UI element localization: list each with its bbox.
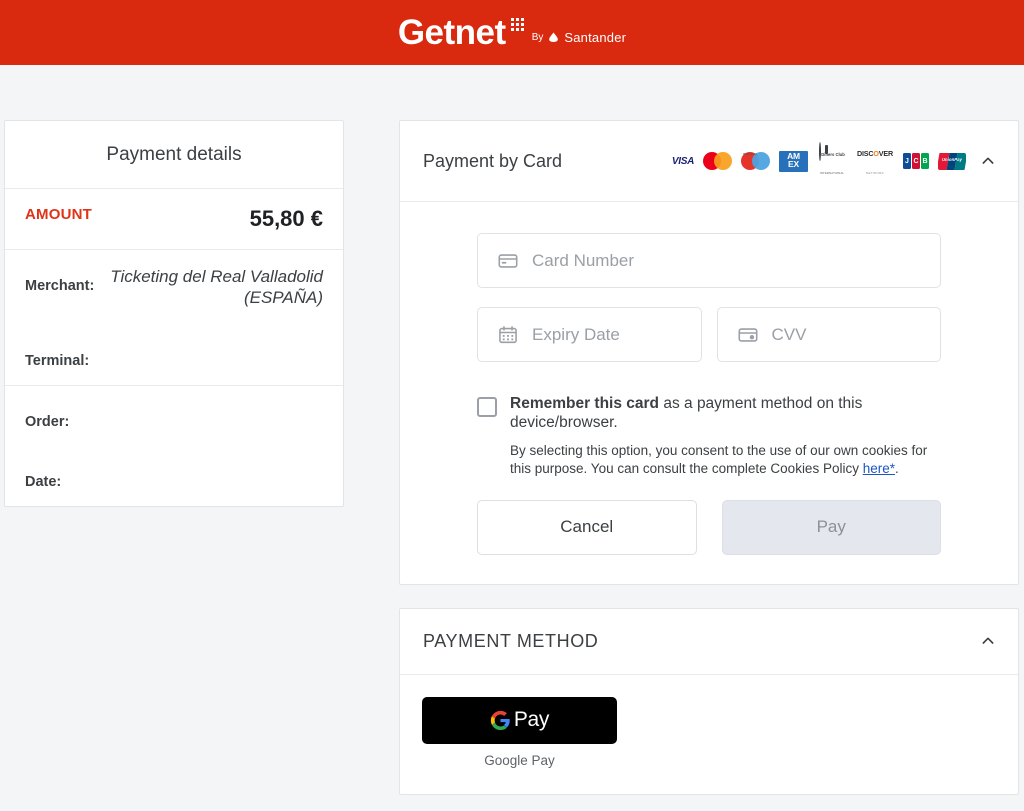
brand-partner: By Santander (532, 30, 626, 50)
partner-name: Santander (564, 30, 627, 45)
expiry-date-placeholder: Expiry Date (532, 324, 620, 344)
amex-icon: AM EX (779, 150, 808, 172)
payment-method-body: Pay Google Pay (400, 675, 1018, 794)
cancel-button[interactable]: Cancel (477, 499, 697, 555)
payment-method-panel: PAYMENT METHOD Pay Google Pay (399, 607, 1019, 795)
brand-name: Getnet (397, 13, 506, 52)
jcb-icon: J C B (903, 153, 929, 169)
cvv-card-icon (738, 327, 757, 342)
expiry-date-field[interactable]: Expiry Date (477, 307, 702, 362)
cvv-field[interactable]: CVV (716, 307, 941, 362)
card-form-body: Card Number Expiry Date CVV Remember thi… (400, 202, 1018, 584)
credit-card-icon (498, 253, 518, 268)
payment-form-column: Payment by Card VISA maestro AM EX Diner… (399, 120, 1019, 795)
google-g-icon (490, 710, 510, 730)
jcb-letter-c: C (912, 153, 920, 169)
brand-logo: Getnet By Santander (398, 15, 626, 50)
remember-card-strong: Remember this card (510, 395, 660, 412)
unionpay-icon: UnionPay (938, 152, 966, 170)
payment-method-header[interactable]: PAYMENT METHOD (400, 609, 1018, 675)
google-pay-option: Pay Google Pay (422, 696, 617, 768)
terminal-row: Terminal: (5, 325, 343, 385)
date-label: Date: (25, 473, 62, 490)
card-panel-title: Payment by Card (423, 150, 563, 171)
app-header: Getnet By Santander (0, 0, 1024, 65)
google-pay-text: Pay (513, 708, 550, 732)
merchant-row: Merchant: Ticketing del Real Valladolid … (5, 250, 343, 325)
card-panel-header-right: VISA maestro AM EX Diners Club INTERNATI… (671, 142, 996, 179)
card-number-field[interactable]: Card Number (477, 233, 941, 288)
card-panel-header[interactable]: Payment by Card VISA maestro AM EX Diner… (400, 121, 1018, 202)
dot-grid-icon (510, 18, 524, 31)
consent-after: . (895, 460, 899, 476)
remember-card-text-block: Remember this card as a payment method o… (510, 395, 941, 478)
merchant-value: Ticketing del Real Valladolid (ESPAÑA) (110, 267, 323, 308)
card-number-placeholder: Card Number (532, 250, 635, 270)
by-label: By (531, 32, 544, 43)
discover-label-sub: NETWORK (865, 171, 885, 175)
unionpay-label: UnionPay (941, 156, 963, 162)
payment-method-title: PAYMENT METHOD (423, 630, 599, 651)
amex-label-bottom: EX (788, 159, 799, 169)
payment-details-column: Payment details AMOUNT 55,80 € Merchant:… (4, 120, 344, 507)
google-pay-button[interactable]: Pay (422, 696, 617, 744)
google-pay-caption: Google Pay (484, 752, 555, 768)
cvv-placeholder: CVV (771, 324, 807, 344)
expiry-cvv-row: Expiry Date CVV (477, 307, 941, 362)
visa-icon: VISA (671, 155, 694, 167)
maestro-label: maestro (742, 152, 758, 156)
date-row: Date: (5, 446, 343, 506)
jcb-letter-b: B (921, 153, 929, 169)
mastercard-icon (703, 152, 732, 170)
payment-by-card-panel: Payment by Card VISA maestro AM EX Diner… (399, 120, 1019, 585)
brand-main: Getnet (398, 15, 524, 50)
order-date-block: Order: Date: (5, 386, 343, 506)
discover-icon: DISCOVER NETWORK (857, 149, 893, 175)
merchant-terminal-block: Merchant: Ticketing del Real Valladolid … (5, 250, 343, 386)
amount-label: AMOUNT (25, 206, 93, 223)
page-content: Payment details AMOUNT 55,80 € Merchant:… (0, 65, 1024, 795)
chevron-up-icon[interactable] (980, 633, 996, 649)
merchant-label: Merchant: (25, 278, 95, 294)
order-label: Order: (25, 413, 70, 430)
cookies-policy-link[interactable]: here* (863, 461, 895, 476)
chevron-up-icon[interactable] (980, 153, 996, 169)
diners-club-icon: Diners Club INTERNATIONAL (817, 142, 847, 179)
calendar-icon (499, 325, 517, 343)
remember-card-label: Remember this card as a payment method o… (510, 395, 941, 433)
accepted-card-brands: VISA maestro AM EX Diners Club INTERNATI… (671, 142, 966, 179)
cookies-consent-text: By selecting this option, you consent to… (510, 442, 941, 478)
terminal-label: Terminal: (25, 352, 90, 369)
remember-card-checkbox[interactable] (477, 397, 497, 417)
order-row: Order: (5, 386, 343, 446)
form-actions: Cancel Pay (477, 499, 941, 555)
maestro-icon: maestro (741, 152, 770, 170)
amount-value: 55,80 € (249, 206, 323, 231)
jcb-letter-j: J (903, 153, 911, 169)
payment-details-title: Payment details (5, 121, 343, 189)
payment-details-card: Payment details AMOUNT 55,80 € Merchant:… (4, 120, 344, 507)
remember-card-section: Remember this card as a payment method o… (477, 395, 941, 478)
pay-button[interactable]: Pay (721, 499, 941, 555)
amount-row: AMOUNT 55,80 € (5, 189, 343, 250)
santander-flame-icon (549, 32, 559, 42)
diners-label-bottom: INTERNATIONAL (819, 171, 845, 175)
